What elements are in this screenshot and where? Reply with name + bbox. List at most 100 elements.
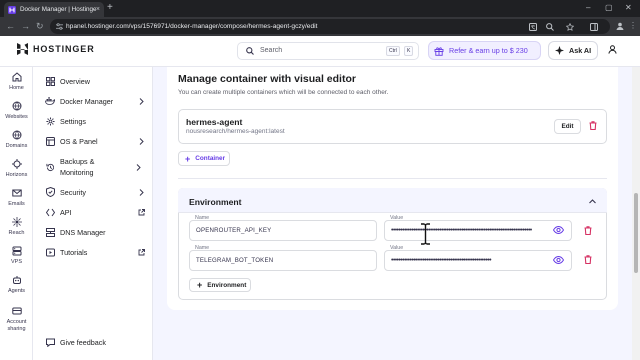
rail-item-vps[interactable]: VPS (0, 246, 33, 265)
sidebar-item-label: DNS Manager (60, 227, 106, 237)
maximize-icon[interactable]: ▢ (605, 3, 613, 13)
rail-item-horizons[interactable]: Horizons (0, 159, 33, 178)
refer-earn-label: Refer & earn up to $ 230 (449, 46, 528, 55)
os-panel-icon (45, 136, 55, 146)
show-value-eye-icon[interactable] (553, 256, 564, 264)
chevron-up-icon[interactable] (589, 199, 596, 204)
edit-container-button[interactable]: Edit (554, 119, 581, 134)
backup-icon (45, 163, 54, 171)
overview-icon (45, 76, 55, 86)
chevron-right-icon (137, 188, 145, 196)
server-icon (12, 246, 21, 256)
zoom-icon[interactable] (546, 23, 554, 31)
delete-env-icon[interactable] (584, 255, 592, 264)
sparkle-icon (555, 46, 564, 55)
close-window-icon[interactable]: ✕ (625, 3, 632, 13)
delete-container-icon[interactable] (589, 121, 597, 130)
env-value-input[interactable]: ••••••••••••••••••••••••••••••••••••••••… (384, 250, 572, 271)
container-name: hermes-agent (186, 117, 243, 127)
add-container-button[interactable]: + Container (178, 151, 230, 166)
rail-label: Account sharing (6, 319, 27, 332)
environment-header[interactable] (178, 188, 607, 213)
rail-label: Horizons (5, 172, 28, 178)
dns-icon (45, 227, 55, 237)
ask-ai-label: Ask AI (569, 46, 592, 55)
env-name-input[interactable]: OPENROUTER_API_KEY (189, 220, 377, 241)
primary-nav-rail: Home Websites Domains Horizons Emails Re… (0, 67, 33, 360)
sidebar-item-api[interactable]: API (45, 206, 145, 218)
external-link-icon (137, 248, 145, 256)
reach-icon (11, 217, 22, 227)
hostinger-logo[interactable]: HOSTINGER (17, 43, 95, 55)
shortcut-key-ctrl: Ctrl (386, 46, 400, 56)
sidebar-item-label: Docker Manager (60, 96, 114, 106)
user-account-icon[interactable] (608, 45, 617, 54)
account-sharing-icon (11, 307, 22, 315)
sidebar-panel-icon[interactable] (590, 23, 598, 31)
mail-icon (11, 189, 22, 197)
env-name-input[interactable]: TELEGRAM_BOT_TOKEN (189, 250, 377, 271)
search-icon (246, 47, 254, 55)
search-input[interactable]: Search Ctrl K (237, 42, 419, 60)
rail-label: Websites (5, 114, 28, 120)
rail-item-reach[interactable]: Reach (0, 217, 33, 236)
show-value-eye-icon[interactable] (553, 226, 564, 234)
give-feedback-button[interactable]: Give feedback (45, 336, 145, 348)
add-environment-button[interactable]: + Environment (189, 278, 251, 292)
plus-icon: + (197, 280, 203, 290)
container-image: nousresearch/hermes-agent:latest (186, 128, 285, 135)
api-icon (45, 208, 55, 216)
browser-tab[interactable]: Docker Manager | Hostinger × (4, 2, 104, 17)
browser-tab-title: Docker Manager | Hostinger (20, 6, 96, 13)
sidebar-item-tutorials[interactable]: Tutorials (45, 246, 145, 258)
give-feedback-label: Give feedback (60, 337, 106, 347)
profile-icon[interactable] (616, 22, 624, 30)
rail-item-account-sharing[interactable]: Account sharing (0, 306, 33, 333)
shortcut-key-k: K (404, 46, 414, 56)
minimize-icon[interactable]: – (586, 3, 590, 13)
site-info-icon[interactable] (56, 23, 63, 30)
translate-icon[interactable] (529, 23, 537, 31)
sidebar-item-security[interactable]: Security (45, 186, 145, 198)
rail-item-agents[interactable]: Agents (0, 275, 33, 294)
delete-env-icon[interactable] (584, 226, 592, 235)
close-tab-icon[interactable]: × (96, 6, 100, 13)
add-container-label: Container (195, 155, 226, 162)
sidebar-item-label: Backups & Monitoring (60, 157, 95, 177)
sidebar-item-overview[interactable]: Overview (45, 75, 145, 87)
rail-label: Emails (8, 201, 25, 207)
sidebar-item-label: Security (60, 187, 86, 197)
address-bar[interactable]: hpanel.hostinger.com/vps/1576971/docker-… (50, 19, 610, 34)
back-icon[interactable]: ← (6, 21, 15, 31)
reload-icon[interactable]: ↻ (36, 21, 44, 31)
rail-item-websites[interactable]: Websites (0, 101, 33, 120)
browser-menu-icon[interactable]: ⋮ (629, 21, 637, 31)
gear-icon (45, 116, 55, 126)
env-value-input[interactable]: ••••••••••••••••••••••••••••••••••••••••… (384, 220, 572, 241)
rail-label: Agents (7, 288, 26, 294)
docker-icon (45, 97, 55, 105)
sidebar-item-backups-monitoring[interactable]: Backups & Monitoring (45, 155, 145, 179)
rail-item-home[interactable]: Home (0, 72, 33, 91)
sidebar-item-settings[interactable]: Settings (45, 115, 145, 127)
sidebar-item-os-panel[interactable]: OS & Panel (45, 135, 145, 147)
rail-label: Reach (8, 230, 25, 236)
page-title: Manage container with visual editor (178, 73, 356, 85)
refer-earn-button[interactable]: Refer & earn up to $ 230 (428, 41, 541, 60)
sidebar-item-docker-manager[interactable]: Docker Manager (45, 95, 145, 107)
feedback-icon (45, 338, 55, 347)
external-link-icon (137, 208, 145, 216)
sidebar-item-label: API (60, 207, 72, 217)
rail-item-emails[interactable]: Emails (0, 188, 33, 207)
forward-icon[interactable]: → (21, 21, 30, 31)
ask-ai-button[interactable]: Ask AI (548, 41, 598, 60)
new-tab-button[interactable]: + (107, 3, 113, 13)
chevron-right-icon (137, 137, 145, 145)
vps-sidebar: Overview Docker Manager Settings OS & Pa… (33, 67, 153, 360)
sidebar-item-dns-manager[interactable]: DNS Manager (45, 226, 145, 238)
rail-item-domains[interactable]: Domains (0, 130, 33, 149)
section-divider (178, 178, 607, 179)
bookmark-star-icon[interactable] (566, 23, 574, 31)
sidebar-item-label: OS & Panel (60, 136, 98, 146)
scrollbar-thumb[interactable] (634, 193, 638, 273)
